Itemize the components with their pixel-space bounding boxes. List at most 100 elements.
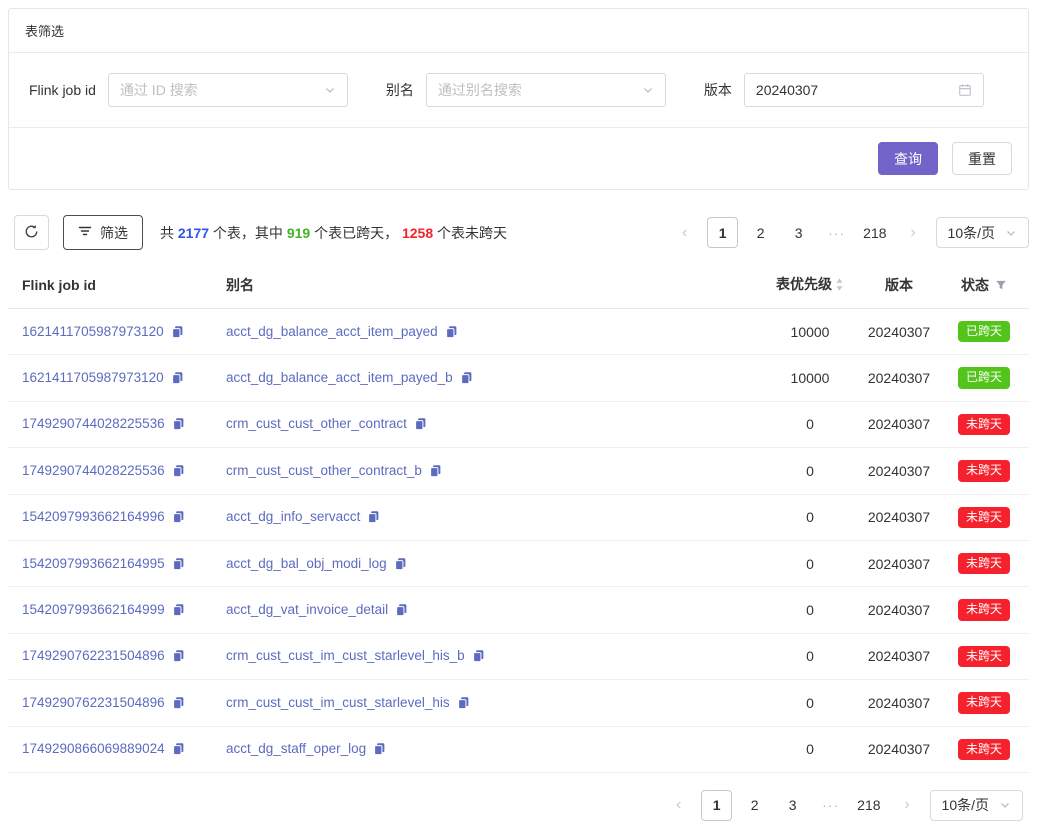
table-row: 1749290866069889024 acct_dg_staff_oper_l… [8,726,1029,772]
flink-job-id-link[interactable]: 1542097993662164996 [22,509,165,524]
pagination-ellipsis[interactable]: ··· [815,790,846,821]
pagination-page-218[interactable]: 218 [859,217,890,248]
copy-icon[interactable] [171,371,184,387]
copy-icon[interactable] [460,371,473,387]
copy-icon[interactable] [429,464,442,480]
query-button[interactable]: 查询 [878,142,938,175]
calendar-icon[interactable] [958,83,972,97]
copy-icon[interactable] [472,649,485,665]
copy-icon[interactable] [367,510,380,526]
page-size-select[interactable]: 10条/页 [936,217,1029,248]
copy-icon[interactable] [172,464,185,480]
flink-job-id-link[interactable]: 1749290762231504896 [22,695,165,710]
version-cell: 20240307 [859,401,939,447]
filter-toggle-label: 筛选 [100,223,128,243]
page-size-select[interactable]: 10条/页 [930,790,1023,821]
refresh-button[interactable] [14,215,49,250]
flink-job-id-label: Flink job id [29,82,96,98]
pagination-page-2[interactable]: 2 [739,790,770,821]
table-row: 1542097993662164996 acct_dg_info_servacc… [8,494,1029,540]
priority-cell: 0 [761,448,859,494]
status-badge: 已跨天 [958,367,1010,388]
pagination-ellipsis[interactable]: ··· [821,217,852,248]
filter-funnel-icon[interactable] [995,278,1007,294]
copy-icon[interactable] [172,417,185,433]
flink-job-id-link[interactable]: 1621411705987973120 [22,370,164,385]
copy-icon[interactable] [445,325,458,341]
pagination-page-1[interactable]: 1 [701,790,732,821]
copy-icon[interactable] [414,417,427,433]
alias-link[interactable]: acct_dg_info_servacct [226,509,360,524]
pagination-prev-button[interactable]: ‹ [663,790,694,821]
filter-lines-icon [78,224,92,241]
alias-link[interactable]: acct_dg_balance_acct_item_payed_b [226,370,453,385]
flink-job-id-placeholder: 通过 ID 搜索 [120,80,198,100]
flink-job-id-link[interactable]: 1749290744028225536 [22,416,165,431]
priority-cell: 10000 [761,309,859,355]
flink-job-id-link[interactable]: 1749290744028225536 [22,463,165,478]
copy-icon[interactable] [172,742,185,758]
alias-link[interactable]: acct_dg_bal_obj_modi_log [226,556,387,571]
alias-link[interactable]: acct_dg_balance_acct_item_payed [226,324,438,339]
filter-fields-row: Flink job id 通过 ID 搜索 别名 通过别名搜索 [9,53,1028,128]
copy-icon[interactable] [172,696,185,712]
column-alias: 别名 [218,263,761,309]
column-priority[interactable]: 表优先级 [761,263,859,309]
table-summary: 共 2177 个表，其中 919 个表已跨天， 1258 个表未跨天 [160,223,507,243]
filter-card-title: 表筛选 [9,9,1028,53]
pagination-page-3[interactable]: 3 [783,217,814,248]
pagination-page-1[interactable]: 1 [707,217,738,248]
page-size-label: 10条/页 [942,795,989,815]
total-count: 2177 [178,225,209,241]
reset-button[interactable]: 重置 [952,142,1012,175]
copy-icon[interactable] [172,649,185,665]
chevron-down-icon [1005,227,1017,239]
alias-link[interactable]: crm_cust_cust_im_cust_starlevel_his_b [226,648,465,663]
alias-link[interactable]: crm_cust_cust_im_cust_starlevel_his [226,695,450,710]
version-cell: 20240307 [859,355,939,401]
table-row: 1749290762231504896 crm_cust_cust_im_cus… [8,680,1029,726]
filter-toggle-button[interactable]: 筛选 [63,215,143,250]
results-table: Flink job id 别名 表优先级 版本 状态 1621411705987… [8,263,1029,773]
priority-cell: 0 [761,633,859,679]
pagination-next-button[interactable]: › [898,217,929,248]
refresh-icon [24,224,39,242]
copy-icon[interactable] [172,557,185,573]
alias-link[interactable]: acct_dg_vat_invoice_detail [226,602,388,617]
priority-cell: 10000 [761,355,859,401]
alias-link[interactable]: crm_cust_cust_other_contract [226,416,407,431]
copy-icon[interactable] [394,557,407,573]
version-cell: 20240307 [859,494,939,540]
flink-job-id-link[interactable]: 1542097993662164995 [22,556,165,571]
flink-job-id-link[interactable]: 1621411705987973120 [22,324,164,339]
version-cell: 20240307 [859,540,939,586]
pagination-bottom: ‹123···218 › 10条/页 [8,790,1023,821]
copy-icon[interactable] [172,603,185,619]
sort-icon[interactable] [835,277,844,295]
pagination-page-3[interactable]: 3 [777,790,808,821]
version-cell: 20240307 [859,587,939,633]
pagination-page-218[interactable]: 218 [853,790,884,821]
priority-cell: 0 [761,540,859,586]
flink-job-id-link[interactable]: 1542097993662164999 [22,602,165,617]
copy-icon[interactable] [171,325,184,341]
chevron-down-icon [324,84,336,96]
copy-icon[interactable] [395,603,408,619]
version-cell: 20240307 [859,309,939,355]
version-date-input[interactable] [756,82,936,98]
pagination-page-2[interactable]: 2 [745,217,776,248]
flink-job-id-select[interactable]: 通过 ID 搜索 [108,73,348,107]
copy-icon[interactable] [457,696,470,712]
flink-job-id-link[interactable]: 1749290866069889024 [22,741,165,756]
alias-label: 别名 [386,80,414,100]
table-row: 1542097993662164995 acct_dg_bal_obj_modi… [8,540,1029,586]
alias-link[interactable]: crm_cust_cust_other_contract_b [226,463,422,478]
flink-job-id-link[interactable]: 1749290762231504896 [22,648,165,663]
copy-icon[interactable] [172,510,185,526]
column-status[interactable]: 状态 [939,263,1029,309]
copy-icon[interactable] [373,742,386,758]
alias-select[interactable]: 通过别名搜索 [426,73,666,107]
pagination-prev-button[interactable]: ‹ [669,217,700,248]
pagination-next-button[interactable]: › [892,790,923,821]
alias-link[interactable]: acct_dg_staff_oper_log [226,741,366,756]
